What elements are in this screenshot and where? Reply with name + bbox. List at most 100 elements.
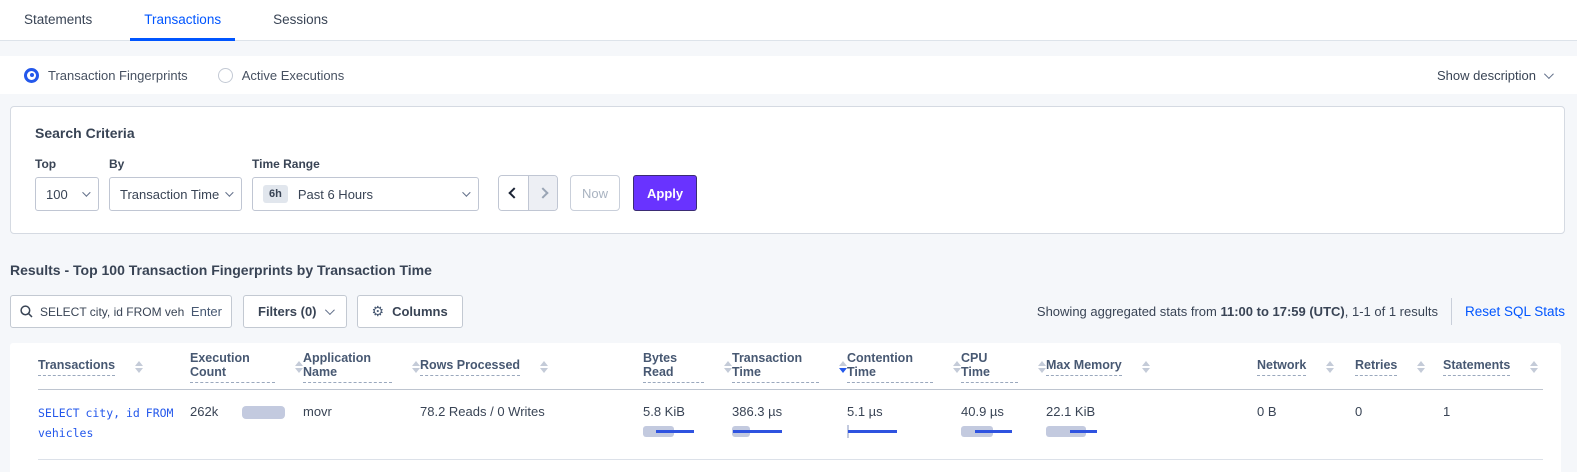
- show-description-toggle[interactable]: Show description: [1437, 68, 1551, 83]
- radio-selected-icon: [24, 68, 39, 83]
- view-toggle-bar: Transaction Fingerprints Active Executio…: [0, 56, 1577, 94]
- sort-icon[interactable]: [295, 361, 303, 374]
- radio-active-executions[interactable]: Active Executions: [218, 68, 345, 83]
- chevron-down-icon: [225, 188, 233, 196]
- top-select-value: 100: [46, 187, 68, 202]
- contention-time-bar: [847, 426, 901, 437]
- chevron-right-icon: [537, 187, 548, 198]
- by-select[interactable]: Transaction Time: [109, 177, 242, 211]
- column-header-rows-processed[interactable]: Rows Processed: [420, 358, 643, 376]
- tab-statements[interactable]: Statements: [10, 0, 106, 41]
- max-memory-bar: [1046, 426, 1100, 437]
- cell-max-memory: 22.1 KiB: [1046, 404, 1257, 437]
- column-header-application-name[interactable]: Application Name: [303, 351, 420, 383]
- column-header-transaction-time[interactable]: Transaction Time: [732, 351, 847, 383]
- time-range-label: Time Range: [252, 157, 479, 171]
- radio-label: Transaction Fingerprints: [48, 68, 188, 83]
- apply-button[interactable]: Apply: [633, 175, 697, 211]
- transaction-time-bar: [732, 426, 786, 437]
- filters-button-label: Filters (0): [258, 304, 317, 319]
- time-range-badge: 6h: [263, 185, 288, 203]
- page-tabbar: Statements Transactions Sessions: [0, 0, 1577, 41]
- sort-icon[interactable]: [1326, 361, 1334, 374]
- chevron-down-icon: [1544, 69, 1554, 79]
- time-range-next-button[interactable]: [528, 176, 557, 210]
- search-criteria-card: Search Criteria Top 100 By Transaction T…: [10, 106, 1565, 234]
- tab-sessions[interactable]: Sessions: [259, 0, 342, 41]
- show-description-label: Show description: [1437, 68, 1536, 83]
- top-select[interactable]: 100: [35, 177, 99, 211]
- column-header-network[interactable]: Network: [1257, 358, 1355, 376]
- by-select-value: Transaction Time: [120, 187, 219, 202]
- column-header-cpu-time[interactable]: CPU Time: [961, 351, 1046, 383]
- column-header-transactions[interactable]: Transactions: [38, 358, 190, 376]
- cell-statements: 1: [1443, 404, 1543, 419]
- time-range-prev-button[interactable]: [499, 176, 528, 210]
- cell-rows-processed: 78.2 Reads / 0 Writes: [420, 404, 643, 419]
- stats-time-range: 11:00 to 17:59 (UTC): [1220, 304, 1344, 319]
- aggregated-stats-text: Showing aggregated stats from 11:00 to 1…: [1037, 304, 1438, 319]
- column-header-statements[interactable]: Statements: [1443, 358, 1543, 376]
- chevron-down-icon: [82, 188, 90, 196]
- cell-bytes-read: 5.8 KiB: [643, 404, 732, 437]
- sort-icon[interactable]: [1038, 361, 1046, 374]
- sort-icon[interactable]: [1142, 361, 1150, 374]
- chevron-down-icon: [324, 305, 334, 315]
- time-range-select[interactable]: 6h Past 6 Hours: [252, 177, 479, 211]
- column-header-retries[interactable]: Retries: [1355, 358, 1443, 376]
- transaction-fingerprint-link[interactable]: SELECT city, id FROM vehicles: [38, 404, 188, 443]
- chevron-down-icon: [462, 188, 470, 196]
- sort-icon[interactable]: [540, 361, 548, 374]
- sort-icon[interactable]: [953, 361, 961, 374]
- column-header-contention-time[interactable]: Contention Time: [847, 351, 961, 383]
- filters-button[interactable]: Filters (0): [243, 295, 347, 328]
- now-button[interactable]: Now: [570, 175, 620, 211]
- search-icon: [20, 305, 33, 318]
- results-heading: Results - Top 100 Transaction Fingerprin…: [10, 262, 1577, 278]
- cell-application-name: movr: [303, 404, 420, 419]
- column-header-execution-count[interactable]: Execution Count: [190, 351, 303, 383]
- table-header-row: Transactions Execution Count Application…: [38, 345, 1543, 390]
- sort-icon[interactable]: [1417, 361, 1425, 374]
- cell-contention-time: 5.1 µs: [847, 404, 961, 437]
- gear-icon: ⚙: [372, 303, 385, 320]
- view-radio-group: Transaction Fingerprints Active Executio…: [24, 68, 344, 83]
- bytes-read-bar: [643, 426, 697, 437]
- reset-sql-stats-link[interactable]: Reset SQL Stats: [1465, 304, 1565, 319]
- chevron-left-icon: [508, 187, 519, 198]
- by-field-label: By: [109, 157, 242, 171]
- column-header-max-memory[interactable]: Max Memory: [1046, 358, 1257, 376]
- sort-icon[interactable]: [135, 361, 143, 374]
- sort-icon[interactable]: [724, 361, 732, 374]
- columns-button-label: Columns: [392, 304, 448, 319]
- column-header-bytes-read[interactable]: Bytes Read: [643, 351, 732, 383]
- tab-transactions[interactable]: Transactions: [130, 0, 235, 41]
- divider: [1451, 298, 1452, 325]
- sort-icon[interactable]: [1530, 361, 1538, 374]
- cell-transaction-time: 386.3 µs: [732, 404, 847, 437]
- cell-retries: 0: [1355, 404, 1443, 419]
- by-field: By Transaction Time: [109, 157, 242, 211]
- sort-icon[interactable]: [839, 361, 847, 374]
- cell-execution-count: 262k: [190, 404, 303, 419]
- transactions-table-card: Transactions Execution Count Application…: [10, 343, 1561, 472]
- search-criteria-title: Search Criteria: [35, 125, 1540, 141]
- search-enter-label[interactable]: Enter: [191, 304, 222, 319]
- time-range-value: Past 6 Hours: [298, 187, 373, 202]
- sort-icon[interactable]: [412, 361, 420, 374]
- time-range-field: Time Range 6h Past 6 Hours: [252, 157, 479, 211]
- radio-transaction-fingerprints[interactable]: Transaction Fingerprints: [24, 68, 188, 83]
- execution-count-bar: [242, 406, 285, 419]
- cell-network: 0 B: [1257, 404, 1355, 419]
- cell-cpu-time: 40.9 µs: [961, 404, 1046, 437]
- search-input-value: SELECT city, id FROM vehicles W: [40, 305, 185, 319]
- radio-unselected-icon: [218, 68, 233, 83]
- columns-button[interactable]: ⚙ Columns: [357, 295, 463, 328]
- top-field-label: Top: [35, 157, 99, 171]
- time-range-arrows: [498, 175, 558, 211]
- results-controls-row: SELECT city, id FROM vehicles W Enter Fi…: [0, 295, 1577, 328]
- table-row: SELECT city, id FROM vehicles 262k movr …: [38, 390, 1543, 460]
- cpu-time-bar: [961, 426, 1015, 437]
- top-field: Top 100: [35, 157, 99, 211]
- search-input[interactable]: SELECT city, id FROM vehicles W Enter: [10, 295, 232, 328]
